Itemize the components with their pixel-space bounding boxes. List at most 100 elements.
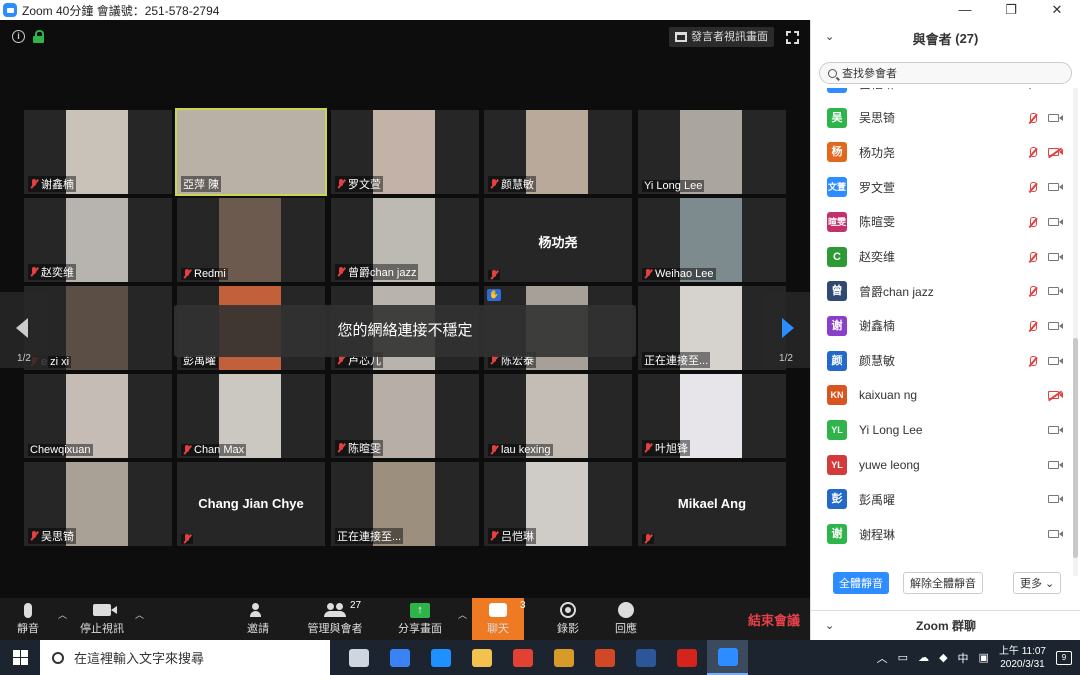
video-tile[interactable]: Weihao Lee xyxy=(638,198,786,282)
reactions-button[interactable]: 回應 xyxy=(608,598,644,640)
info-icon[interactable]: i xyxy=(12,30,25,43)
video-options-caret-icon[interactable]: ︿ xyxy=(135,608,144,621)
windows-start-icon[interactable] xyxy=(0,640,40,675)
speaker-view-button[interactable]: 發言者視訊畫面 xyxy=(669,27,774,47)
mic-muted-icon[interactable] xyxy=(1028,182,1037,193)
video-tile[interactable]: 吕恺琳 xyxy=(484,462,632,546)
camera-icon[interactable] xyxy=(1048,495,1063,504)
stop-video-button[interactable]: 停止視訊 xyxy=(76,598,128,640)
close-button[interactable]: ✕ xyxy=(1034,0,1080,20)
video-tile[interactable]: 正在連接至... xyxy=(331,462,479,546)
participant-search-input[interactable]: 查找參會者 xyxy=(819,62,1072,84)
participant-row[interactable]: 谢谢程琳 xyxy=(811,517,1073,551)
end-meeting-button[interactable]: 結束會議 xyxy=(748,610,800,629)
mic-muted-icon[interactable] xyxy=(1028,112,1037,124)
show-hidden-icons-icon[interactable]: ︿ xyxy=(877,650,888,666)
ime-mode-icon[interactable]: ▣ xyxy=(979,651,989,664)
camera-icon[interactable] xyxy=(1048,321,1063,330)
zoom-icon[interactable] xyxy=(707,640,748,675)
participant-row[interactable]: 彭彭禹曜 xyxy=(811,482,1073,516)
participant-row[interactable]: 吴吴思锜 xyxy=(811,101,1073,135)
minimize-button[interactable]: — xyxy=(942,0,988,20)
camera-icon[interactable] xyxy=(1048,113,1063,122)
video-tile[interactable]: 亞萍 陳 xyxy=(175,108,327,196)
video-tile[interactable]: 叶旭锋 xyxy=(638,374,786,458)
participant-list-scrollbar[interactable] xyxy=(1073,88,1078,576)
more-button[interactable]: 更多 ⌄ xyxy=(1013,572,1062,594)
onedrive-icon[interactable]: ☁ xyxy=(918,651,929,664)
video-tile[interactable]: 陈暄雯 xyxy=(331,374,479,458)
next-page-button[interactable]: 1/2 xyxy=(762,292,810,368)
participant-row[interactable]: 谢谢鑫楠 xyxy=(811,309,1073,343)
video-tile[interactable]: Yi Long Lee xyxy=(638,110,786,194)
lock-icon[interactable] xyxy=(33,30,44,43)
camera-icon[interactable] xyxy=(1048,426,1063,434)
video-tile[interactable]: 谢鑫楠 xyxy=(24,110,172,194)
video-tile[interactable]: 罗文萱 xyxy=(331,110,479,194)
participant-row[interactable]: YL yuwe leong xyxy=(811,448,1073,482)
app-icon[interactable] xyxy=(543,640,584,675)
participant-row[interactable]: 吕 吕恺琳 xyxy=(811,88,1073,100)
video-tile[interactable]: Mikael Ang xyxy=(638,462,786,546)
camera-icon[interactable] xyxy=(1048,356,1063,365)
camera-off-icon[interactable] xyxy=(1048,391,1063,400)
powerpoint-icon[interactable] xyxy=(584,640,625,675)
scrollbar-thumb[interactable] xyxy=(1073,338,1078,558)
participant-row[interactable]: 颜颜慧敏 xyxy=(811,344,1073,378)
ime-indicator[interactable]: 中 xyxy=(958,650,969,666)
chat-collapse-chevron-icon[interactable]: ⌄ xyxy=(825,619,834,632)
participant-row[interactable]: C 赵奕维 xyxy=(811,240,1073,274)
mic-muted-icon[interactable] xyxy=(1028,320,1037,332)
video-tile[interactable]: 曾爵chan jazz xyxy=(331,198,479,282)
word-icon[interactable] xyxy=(625,640,666,675)
mic-muted-icon[interactable] xyxy=(1028,355,1037,367)
camera-icon[interactable] xyxy=(1048,287,1063,296)
camera-icon[interactable] xyxy=(1048,252,1063,261)
chrome-icon[interactable] xyxy=(502,640,543,675)
camera-icon[interactable] xyxy=(1048,183,1063,192)
video-tile[interactable]: 赵奕维 xyxy=(24,198,172,282)
edge-icon[interactable] xyxy=(420,640,461,675)
audio-options-caret-icon[interactable]: ︿ xyxy=(58,608,67,621)
mic-muted-icon[interactable] xyxy=(1028,286,1037,297)
unmute-all-button[interactable]: 解除全體靜音 xyxy=(903,572,983,594)
video-tile[interactable]: Chan Max xyxy=(177,374,325,458)
prev-page-button[interactable]: 1/2 xyxy=(0,292,48,368)
store-icon[interactable] xyxy=(379,640,420,675)
camera-icon[interactable] xyxy=(1048,530,1063,539)
fullscreen-icon[interactable] xyxy=(786,31,799,44)
clock[interactable]: 上午 11:07 2020/3/31 xyxy=(999,645,1046,671)
camera-off-icon[interactable] xyxy=(1048,148,1063,157)
collapse-chevron-icon[interactable]: ⌄ xyxy=(825,30,834,43)
participant-row[interactable]: KN kaixuan ng xyxy=(811,378,1073,412)
participant-row[interactable]: YL Yi Long Lee xyxy=(811,413,1073,447)
mute-button[interactable]: 靜音 xyxy=(10,598,46,640)
maximize-button[interactable]: ❐ xyxy=(988,0,1034,20)
video-tile[interactable]: lau kexing xyxy=(484,374,632,458)
mic-muted-icon[interactable] xyxy=(1028,88,1037,89)
mic-muted-icon[interactable] xyxy=(1028,251,1037,263)
task-view-icon[interactable] xyxy=(338,640,379,675)
video-tile[interactable]: 杨功尧 xyxy=(484,198,632,282)
video-tile[interactable]: Redmi xyxy=(177,198,325,282)
share-options-caret-icon[interactable]: ︿ xyxy=(458,608,467,621)
mute-all-button[interactable]: 全體靜音 xyxy=(833,572,889,594)
notification-center-icon[interactable]: 9 xyxy=(1056,650,1072,665)
camera-icon[interactable] xyxy=(1048,460,1063,469)
invite-button[interactable]: 邀請 xyxy=(240,598,276,640)
video-tile[interactable]: 颜慧敏 xyxy=(484,110,632,194)
acrobat-icon[interactable] xyxy=(666,640,707,675)
participant-row[interactable]: 曾曾爵chan jazz xyxy=(811,274,1073,308)
participant-row[interactable]: 杨杨功尧 xyxy=(811,135,1073,169)
record-button[interactable]: 錄影 xyxy=(550,598,586,640)
video-tile[interactable]: 吴思锜 xyxy=(24,462,172,546)
dropbox-icon[interactable]: ◆ xyxy=(939,651,947,664)
chat-button[interactable]: 聊天 xyxy=(472,598,524,640)
battery-icon[interactable]: ▭ xyxy=(898,651,908,664)
group-chat-header[interactable]: ⌄ Zoom 群聊 xyxy=(811,610,1080,640)
participant-row[interactable]: 文萱 罗文萱 xyxy=(811,170,1073,204)
taskbar-search-input[interactable]: 在這裡輸入文字來搜尋 xyxy=(40,640,330,675)
mic-muted-icon[interactable] xyxy=(1028,216,1037,228)
share-screen-button[interactable]: ↑ 分享畫面 xyxy=(394,598,446,640)
mic-muted-icon[interactable] xyxy=(1028,147,1037,158)
